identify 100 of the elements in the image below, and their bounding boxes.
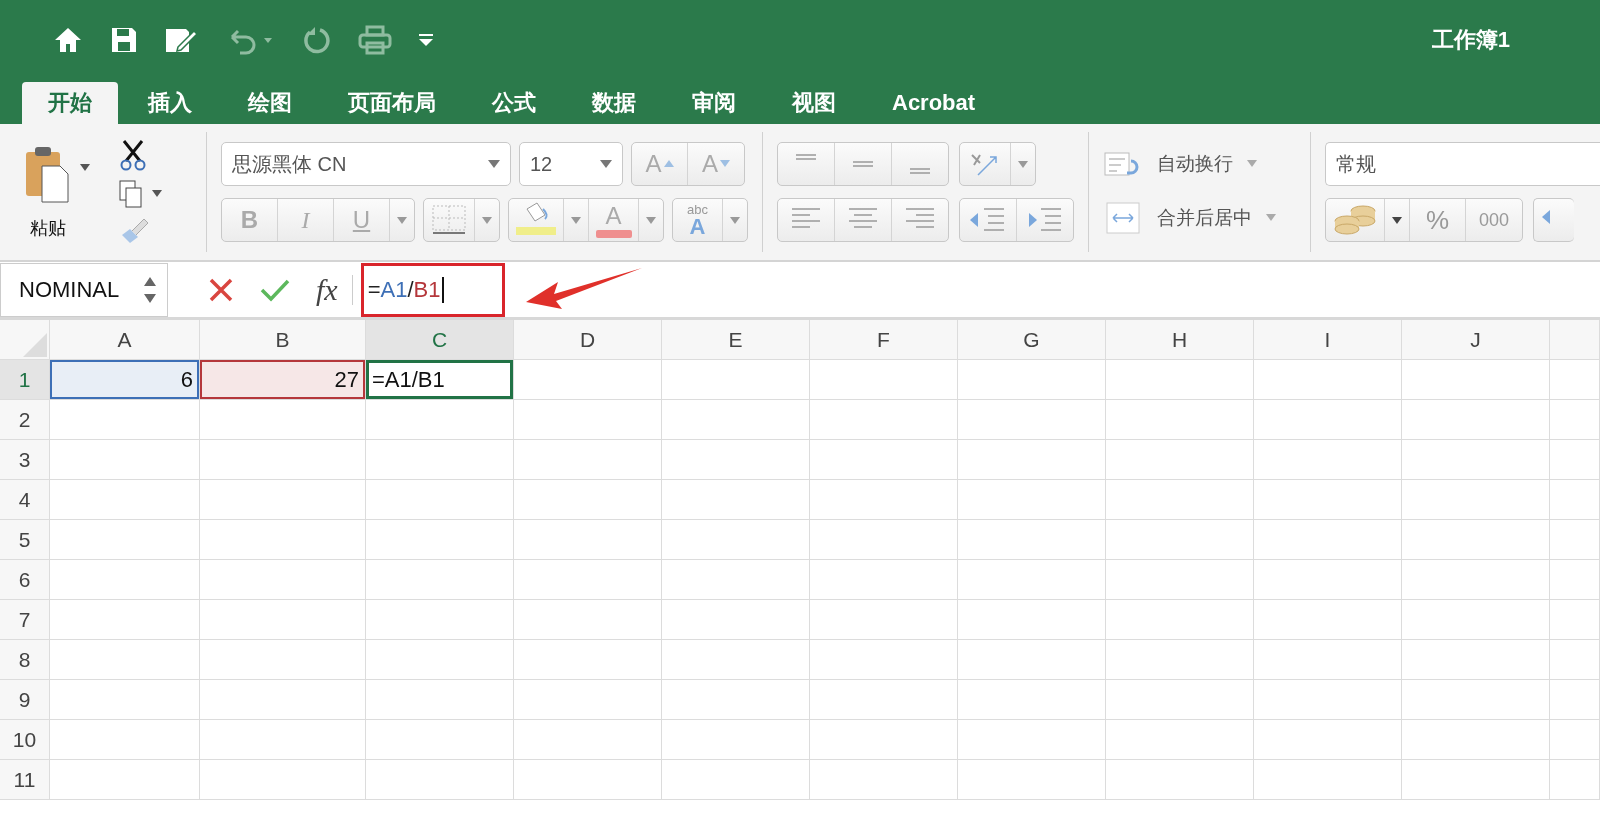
table-cell[interactable] [1550, 600, 1600, 640]
table-cell[interactable] [514, 600, 662, 640]
table-cell[interactable] [1106, 760, 1254, 800]
column-header[interactable]: F [810, 320, 958, 360]
table-cell[interactable] [1550, 680, 1600, 720]
table-cell[interactable] [1550, 520, 1600, 560]
customize-caret-icon[interactable] [418, 33, 434, 47]
table-cell[interactable] [200, 680, 366, 720]
table-cell[interactable] [810, 760, 958, 800]
table-cell[interactable] [810, 560, 958, 600]
ribbon-tab[interactable]: 数据 [566, 82, 662, 124]
paste-label[interactable]: 粘贴 [30, 216, 66, 240]
column-header[interactable]: D [514, 320, 662, 360]
row-header[interactable]: 5 [0, 520, 50, 560]
table-cell[interactable] [1402, 760, 1550, 800]
table-cell[interactable] [514, 480, 662, 520]
column-header[interactable]: J [1402, 320, 1550, 360]
table-cell[interactable] [1254, 360, 1402, 400]
table-cell[interactable] [200, 640, 366, 680]
ribbon-tab[interactable]: 插入 [122, 82, 218, 124]
table-cell[interactable] [200, 760, 366, 800]
table-cell[interactable]: 6 [50, 360, 200, 400]
table-cell[interactable] [1402, 600, 1550, 640]
table-cell[interactable] [1254, 640, 1402, 680]
table-cell[interactable] [1254, 600, 1402, 640]
table-cell[interactable] [810, 720, 958, 760]
table-cell[interactable] [662, 520, 810, 560]
table-cell[interactable] [1402, 680, 1550, 720]
table-cell[interactable] [810, 360, 958, 400]
table-cell[interactable] [958, 720, 1106, 760]
row-header[interactable]: 9 [0, 680, 50, 720]
ribbon-tab[interactable]: 页面布局 [322, 82, 462, 124]
table-cell[interactable] [366, 720, 514, 760]
table-cell[interactable] [366, 480, 514, 520]
table-cell[interactable] [1402, 560, 1550, 600]
table-cell[interactable] [958, 560, 1106, 600]
table-cell[interactable] [1402, 520, 1550, 560]
table-cell[interactable] [1254, 400, 1402, 440]
ribbon-tab[interactable]: 绘图 [222, 82, 318, 124]
table-cell[interactable] [50, 720, 200, 760]
table-cell[interactable] [958, 680, 1106, 720]
table-cell[interactable] [1550, 760, 1600, 800]
table-cell[interactable] [1254, 720, 1402, 760]
table-cell[interactable] [810, 440, 958, 480]
table-cell[interactable] [1106, 520, 1254, 560]
table-cell[interactable] [810, 480, 958, 520]
row-header[interactable]: 4 [0, 480, 50, 520]
ribbon-tab[interactable]: 公式 [466, 82, 562, 124]
table-cell[interactable] [1550, 440, 1600, 480]
table-cell[interactable] [1402, 360, 1550, 400]
table-cell[interactable] [1402, 480, 1550, 520]
table-cell[interactable] [50, 440, 200, 480]
select-all-button[interactable] [0, 320, 50, 360]
table-cell[interactable] [50, 520, 200, 560]
table-cell[interactable] [50, 400, 200, 440]
cut-icon[interactable] [118, 139, 148, 171]
table-cell[interactable] [200, 480, 366, 520]
table-cell[interactable] [810, 600, 958, 640]
table-cell[interactable] [50, 640, 200, 680]
number-format-dropdown[interactable]: 常规 [1325, 142, 1600, 186]
row-header[interactable]: 8 [0, 640, 50, 680]
column-header[interactable]: E [662, 320, 810, 360]
table-cell[interactable] [1254, 520, 1402, 560]
table-cell[interactable] [1106, 400, 1254, 440]
table-cell[interactable] [1550, 720, 1600, 760]
table-cell[interactable] [200, 600, 366, 640]
table-cell[interactable] [200, 520, 366, 560]
table-cell[interactable] [1550, 480, 1600, 520]
table-cell[interactable] [810, 400, 958, 440]
font-size-dropdown[interactable]: 12 [519, 142, 623, 186]
table-cell[interactable] [366, 640, 514, 680]
table-cell[interactable] [1254, 760, 1402, 800]
table-cell[interactable] [1254, 480, 1402, 520]
table-cell[interactable] [50, 760, 200, 800]
table-cell[interactable] [1254, 440, 1402, 480]
column-header[interactable]: H [1106, 320, 1254, 360]
table-cell[interactable] [810, 520, 958, 560]
table-cell[interactable] [1106, 720, 1254, 760]
table-cell[interactable] [958, 520, 1106, 560]
row-header[interactable]: 7 [0, 600, 50, 640]
table-cell[interactable] [514, 560, 662, 600]
table-cell[interactable] [514, 720, 662, 760]
table-cell[interactable] [366, 520, 514, 560]
table-cell[interactable] [662, 560, 810, 600]
table-cell[interactable] [958, 600, 1106, 640]
table-cell[interactable] [1254, 680, 1402, 720]
ribbon-tab[interactable]: 审阅 [666, 82, 762, 124]
row-header[interactable]: 6 [0, 560, 50, 600]
table-cell[interactable] [662, 480, 810, 520]
table-cell[interactable] [200, 440, 366, 480]
column-header[interactable]: G [958, 320, 1106, 360]
table-cell[interactable] [1106, 560, 1254, 600]
merge-center-button[interactable]: 合并后居中 [1103, 201, 1276, 235]
copy-icon[interactable] [118, 179, 144, 209]
table-cell[interactable] [514, 520, 662, 560]
column-header[interactable]: I [1254, 320, 1402, 360]
table-cell[interactable] [1106, 440, 1254, 480]
table-cell[interactable] [662, 760, 810, 800]
table-cell[interactable] [200, 560, 366, 600]
wrap-text-button[interactable]: 自动换行 [1103, 149, 1276, 179]
